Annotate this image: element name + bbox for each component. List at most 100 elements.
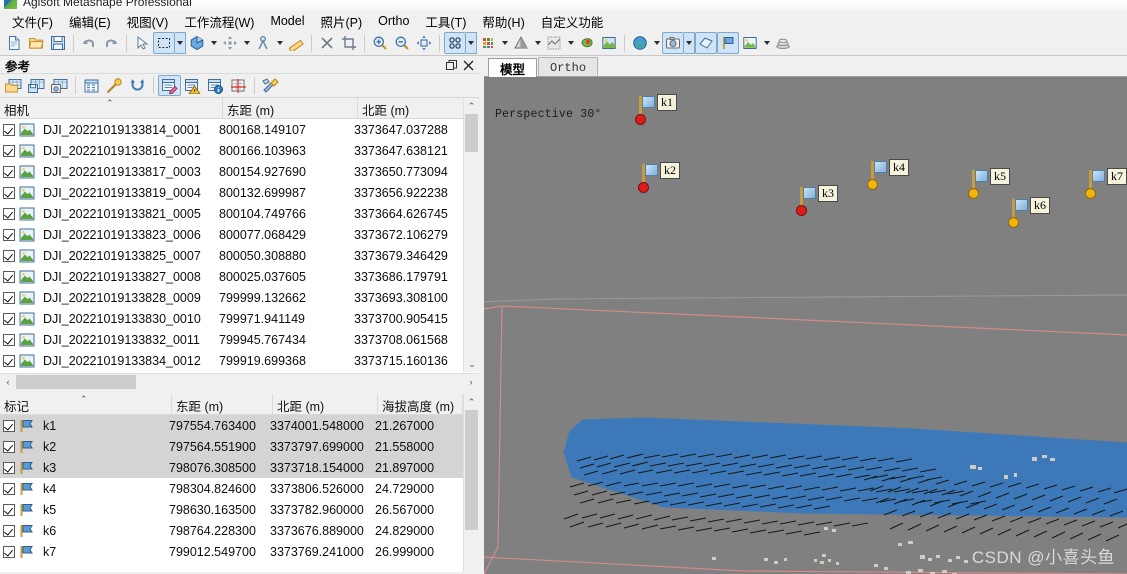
camera-dropdown-icon[interactable] [684, 32, 695, 54]
import-reference-icon[interactable] [2, 75, 25, 96]
row-checkbox[interactable] [3, 144, 15, 157]
reference-info-icon[interactable] [204, 75, 227, 96]
row-checkbox[interactable] [3, 123, 15, 136]
save-icon[interactable] [47, 32, 69, 54]
table-row[interactable]: k7 799012.549700 3373769.241000 26.99900… [0, 541, 479, 562]
mesh-dropdown-icon[interactable] [532, 32, 543, 54]
table-row[interactable]: DJI_20221019133834_0012 799919.699368 33… [0, 350, 479, 371]
update-transform-icon[interactable] [126, 75, 149, 96]
dem-dropdown-icon[interactable] [565, 32, 576, 54]
photo-dropdown-icon[interactable] [761, 32, 772, 54]
optimize-cameras-icon[interactable] [103, 75, 126, 96]
redo-icon[interactable] [100, 32, 122, 54]
convert-reference-icon[interactable] [48, 75, 71, 96]
scroll-left-icon[interactable]: ‹ [0, 377, 16, 387]
globe-dropdown-icon[interactable] [651, 32, 662, 54]
table-row[interactable]: k5 798630.163500 3373782.960000 26.56700… [0, 499, 479, 520]
table-row[interactable]: DJI_20221019133825_0007 800050.308880 33… [0, 245, 479, 266]
row-checkbox[interactable] [3, 354, 15, 367]
row-checkbox[interactable] [3, 545, 15, 558]
scroll-up-icon[interactable]: ⌃ [464, 98, 479, 114]
table-row[interactable]: k3 798076.308500 3373718.154000 21.89700… [0, 457, 479, 478]
globe-icon[interactable] [629, 32, 651, 54]
edit-reference-icon[interactable] [158, 75, 181, 96]
row-checkbox[interactable] [3, 228, 15, 241]
new-document-icon[interactable] [3, 32, 25, 54]
settings-table-icon[interactable] [80, 75, 103, 96]
reset-view-icon[interactable] [413, 32, 435, 54]
row-checkbox[interactable] [3, 207, 15, 220]
row-checkbox[interactable] [3, 165, 15, 178]
camera-icon[interactable] [662, 32, 684, 54]
scrollbar-thumb[interactable] [465, 410, 478, 530]
table-row[interactable]: DJI_20221019133816_0002 800166.103963 33… [0, 140, 479, 161]
row-checkbox[interactable] [3, 482, 15, 495]
close-icon[interactable] [460, 58, 477, 73]
menu-ortho[interactable]: Ortho [370, 12, 417, 30]
column-header-northing[interactable]: 北距 (m) [273, 394, 378, 414]
menu-photo[interactable]: 照片(P) [312, 10, 370, 33]
undock-icon[interactable] [443, 58, 460, 73]
row-checkbox[interactable] [3, 419, 15, 432]
markers-vertical-scrollbar[interactable]: ⌃ [463, 394, 479, 572]
marker-flag-icon[interactable] [717, 32, 739, 54]
export-reference-icon[interactable] [25, 75, 48, 96]
rectangle-select-dropdown-icon[interactable] [175, 32, 186, 54]
navigate-model-dropdown-icon[interactable] [208, 32, 219, 54]
table-row[interactable]: DJI_20221019133819_0004 800132.699987 33… [0, 182, 479, 203]
row-checkbox[interactable] [3, 312, 15, 325]
undo-icon[interactable] [78, 32, 100, 54]
scroll-down-icon[interactable]: ⌄ [464, 356, 479, 372]
dem-icon[interactable] [543, 32, 565, 54]
column-header-easting[interactable]: 东距 (m) [172, 394, 273, 414]
shape-icon[interactable] [695, 32, 717, 54]
table-row[interactable]: DJI_20221019133827_0008 800025.037605 33… [0, 266, 479, 287]
table-row[interactable]: DJI_20221019133821_0005 800104.749766 33… [0, 203, 479, 224]
navigate-model-icon[interactable] [186, 32, 208, 54]
dense-cloud-dropdown-icon[interactable] [499, 32, 510, 54]
dense-cloud-icon[interactable] [477, 32, 499, 54]
table-row[interactable]: k4 798304.824600 3373806.526000 24.72900… [0, 478, 479, 499]
table-row[interactable]: DJI_20221019133830_0010 799971.941149 33… [0, 308, 479, 329]
table-row[interactable]: k1 797554.763400 3374001.548000 21.26700… [0, 415, 479, 436]
scroll-right-icon[interactable]: › [463, 377, 479, 387]
menu-help[interactable]: 帮助(H) [474, 10, 532, 33]
menu-model[interactable]: Model [262, 12, 312, 30]
menu-custom[interactable]: 自定义功能 [533, 10, 612, 33]
rectangle-select-icon[interactable] [153, 32, 175, 54]
tab-ortho[interactable]: Ortho [538, 57, 599, 76]
table-row[interactable]: k2 797564.551900 3373797.699000 21.55800… [0, 436, 479, 457]
reference-settings-icon[interactable] [259, 75, 282, 96]
row-checkbox[interactable] [3, 524, 15, 537]
zoom-out-icon[interactable] [391, 32, 413, 54]
row-checkbox[interactable] [3, 270, 15, 283]
table-row[interactable]: DJI_20221019133814_0001 800168.149107 33… [0, 119, 479, 140]
scrollbar-thumb[interactable] [465, 114, 478, 152]
orthomosaic-icon[interactable] [598, 32, 620, 54]
row-checkbox[interactable] [3, 291, 15, 304]
photo-icon[interactable] [739, 32, 761, 54]
row-checkbox[interactable] [3, 503, 15, 516]
tiled-model-icon[interactable] [772, 32, 794, 54]
crop-icon[interactable] [338, 32, 360, 54]
rotate-object-dropdown-icon[interactable] [274, 32, 285, 54]
point-cloud-dropdown-icon[interactable] [466, 32, 477, 54]
tab-model[interactable]: 模型 [488, 58, 538, 77]
table-row[interactable]: DJI_20221019133828_0009 799999.132662 33… [0, 287, 479, 308]
pointer-select-icon[interactable] [131, 32, 153, 54]
scrollbar-thumb[interactable] [16, 374, 136, 389]
point-cloud-icon[interactable] [444, 32, 466, 54]
menu-edit[interactable]: 编辑(E) [61, 10, 119, 33]
row-checkbox[interactable] [3, 186, 15, 199]
table-row[interactable]: DJI_20221019133817_0003 800154.927690 33… [0, 161, 479, 182]
table-row[interactable]: DJI_20221019133832_0011 799945.767434 33… [0, 329, 479, 350]
zoom-in-icon[interactable] [369, 32, 391, 54]
column-header-easting[interactable]: 东距 (m) [223, 98, 358, 118]
move-object-icon[interactable] [219, 32, 241, 54]
row-checkbox[interactable] [3, 249, 15, 262]
table-row[interactable]: k6 798764.228300 3373676.889000 24.82900… [0, 520, 479, 541]
cameras-vertical-scrollbar[interactable]: ⌃ ⌄ [463, 98, 479, 372]
column-header-northing[interactable]: 北距 (m) [358, 98, 479, 118]
scroll-up-icon[interactable]: ⌃ [464, 394, 479, 410]
row-checkbox[interactable] [3, 461, 15, 474]
